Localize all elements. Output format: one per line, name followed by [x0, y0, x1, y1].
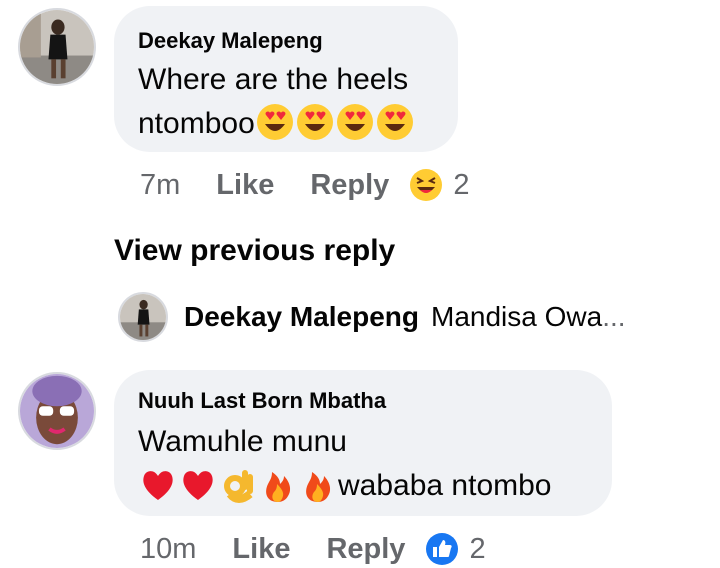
reply-snippet: Mandisa Owa	[431, 301, 603, 332]
haha-reaction-icon	[410, 169, 443, 201]
like-button[interactable]: Like	[216, 169, 274, 202]
comment-bubble: Deekay Malepeng Where are the heels ntom…	[114, 6, 458, 152]
comment-timestamp[interactable]: 7m	[140, 169, 180, 202]
heart-eyes-emoji-icon	[375, 102, 415, 142]
collapsed-reply[interactable]: Deekay Malepeng Mandisa Owa...	[118, 292, 626, 342]
comment-author[interactable]: Nuuh Last Born Mbatha	[138, 388, 612, 414]
heart-eyes-emoji-icon	[255, 102, 295, 142]
reaction-summary[interactable]: 2	[409, 168, 469, 202]
red-heart-emoji-icon	[178, 464, 218, 504]
comment-text-line: Where are the heels	[138, 63, 409, 96]
fire-emoji-icon	[258, 464, 298, 504]
like-reaction-icon	[426, 533, 459, 565]
comment-text-line: ntomboo	[138, 102, 458, 146]
comment-bubble: Nuuh Last Born Mbatha Wamuhle munu wabab…	[114, 370, 612, 516]
comment-text: ntomboo	[138, 107, 255, 140]
reaction-summary[interactable]: 2	[425, 532, 486, 566]
view-previous-reply-link[interactable]: View previous reply	[114, 234, 395, 268]
comment-actions: 7m Like Reply 2	[140, 168, 469, 202]
fire-emoji-icon	[298, 464, 338, 504]
comment-text-line: Wamuhle munu	[138, 425, 347, 458]
reaction-count: 2	[453, 168, 470, 201]
reply-author[interactable]: Deekay Malepeng	[184, 301, 419, 333]
heart-eyes-emoji-icon	[295, 102, 335, 142]
reaction-count: 2	[469, 532, 486, 565]
comment-author[interactable]: Deekay Malepeng	[138, 28, 458, 54]
comment-text-line: wababa ntombo	[138, 464, 612, 508]
ok-hand-emoji-icon	[218, 464, 258, 504]
avatar	[118, 292, 168, 342]
avatar[interactable]	[18, 372, 96, 450]
reply-ellipsis: ...	[602, 301, 626, 332]
red-heart-emoji-icon	[138, 464, 178, 504]
reply-button[interactable]: Reply	[326, 533, 405, 566]
like-button[interactable]: Like	[232, 533, 290, 566]
avatar[interactable]	[18, 8, 96, 86]
comment-text: wababa ntombo	[338, 469, 552, 502]
reply-button[interactable]: Reply	[310, 169, 389, 202]
comment-actions: 10m Like Reply 2	[140, 532, 486, 566]
heart-eyes-emoji-icon	[335, 102, 375, 142]
comment-timestamp[interactable]: 10m	[140, 533, 196, 566]
